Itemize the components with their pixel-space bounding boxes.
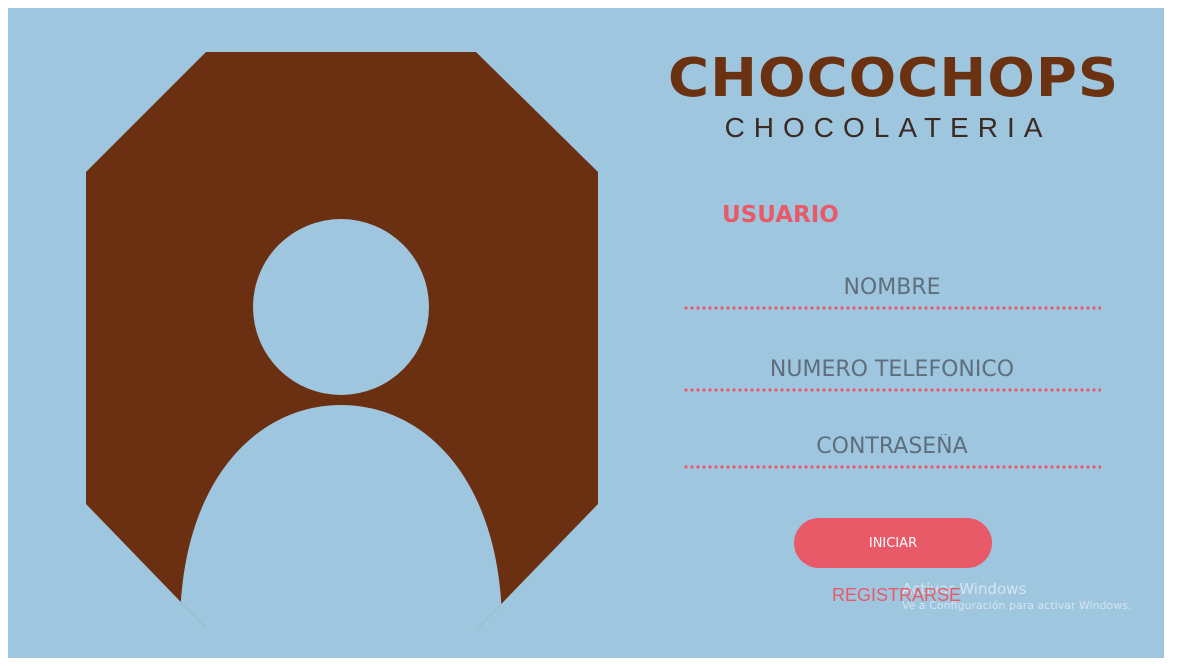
contrasena-field-wrapper [683, 429, 1101, 469]
telefono-field-wrapper [683, 352, 1101, 392]
brand-logo: CHOCOCHOPS CHOCOLATERIA [668, 47, 1120, 158]
login-screen: CHOCOCHOPS CHOCOLATERIA USUARIO INICIAR … [8, 8, 1164, 658]
form-title: USUARIO [722, 202, 839, 228]
iniciar-button[interactable]: INICIAR [794, 518, 992, 568]
nombre-underline [683, 306, 1101, 310]
brand-name: CHOCOCHOPS [668, 47, 1120, 110]
nombre-field[interactable] [683, 270, 1101, 304]
phone-field[interactable] [683, 352, 1101, 386]
brand-tagline: CHOCOLATERIA [724, 112, 1052, 143]
phone-underline [683, 388, 1101, 392]
user-avatar-icon [86, 52, 598, 628]
nombre-field-wrapper [683, 270, 1101, 310]
password-field[interactable] [683, 429, 1101, 463]
registrarse-link[interactable]: REGISTRARSE [832, 585, 961, 606]
password-underline [683, 465, 1101, 469]
